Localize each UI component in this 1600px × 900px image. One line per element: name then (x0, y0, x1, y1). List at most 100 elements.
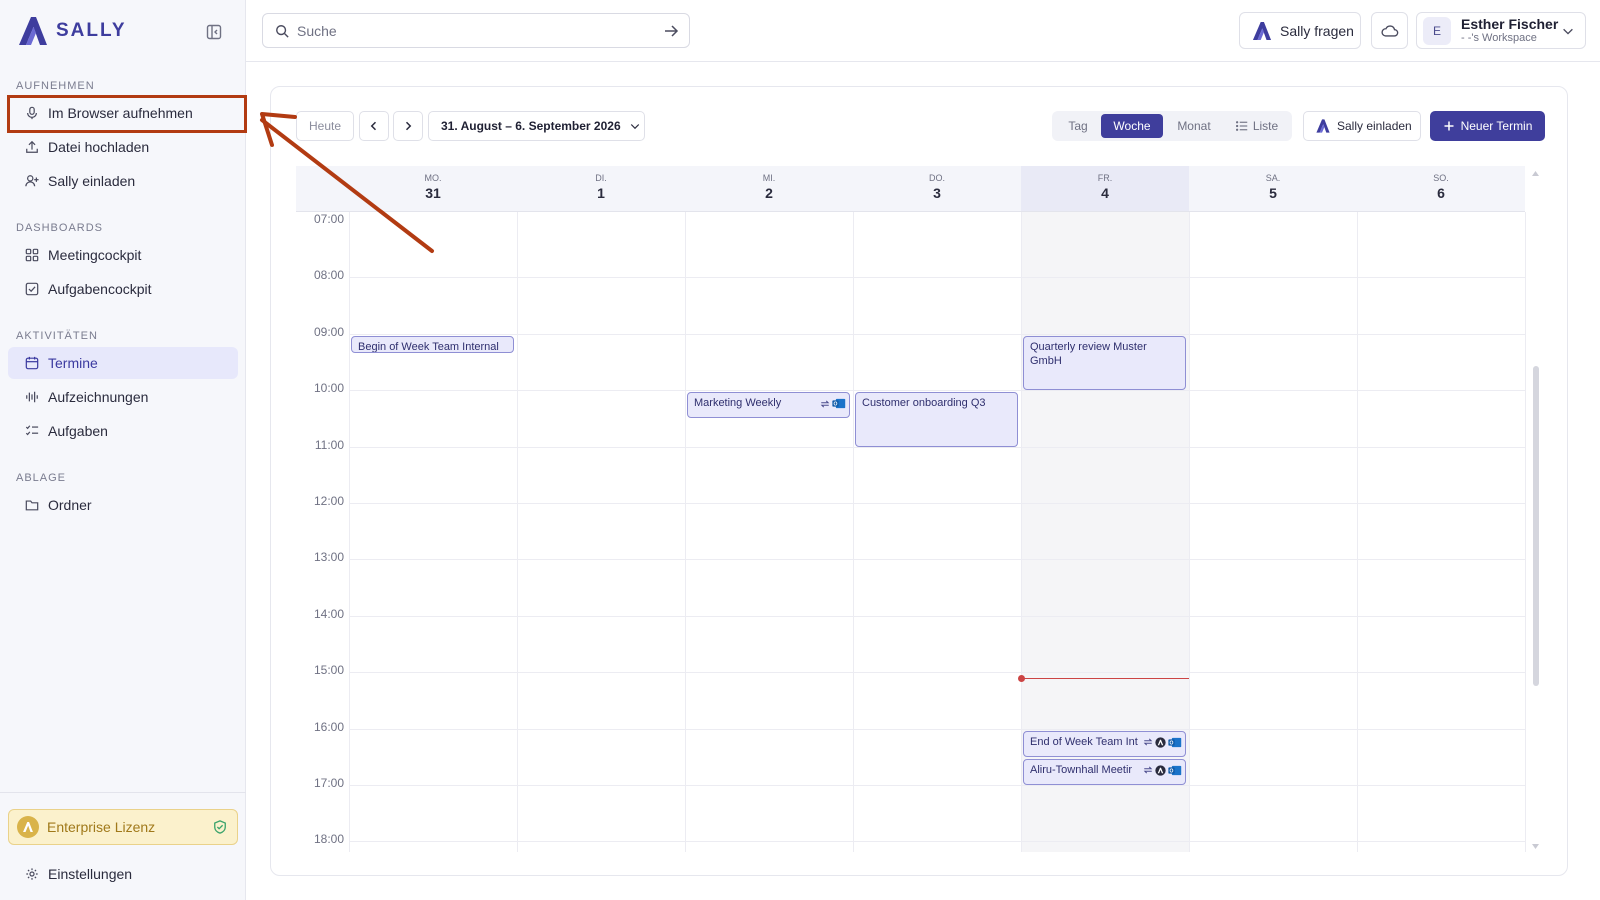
user-name: Esther Fischer (1461, 15, 1559, 32)
sidebar-item-label: Meetingcockpit (48, 247, 142, 263)
repeat-icon (1143, 737, 1153, 747)
enterprise-license-badge[interactable]: Enterprise Lizenz (8, 809, 238, 845)
sidebar-item-aufgaben[interactable]: Aufgaben (8, 415, 238, 447)
tab-monat[interactable]: Monat (1163, 114, 1225, 138)
time-label: 07:00 (313, 212, 344, 226)
gear-icon (24, 866, 40, 882)
today-button[interactable]: Heute (296, 111, 354, 141)
event-title: Begin of Week Team Internal (358, 340, 499, 353)
hour-divider (349, 672, 1525, 674)
new-event-button[interactable]: Neuer Termin (1430, 111, 1545, 141)
day-of-week-label: SA. (1265, 173, 1281, 183)
upload-icon (24, 139, 40, 155)
day-of-week-label: MO. (424, 173, 442, 183)
calendar-event[interactable]: End of Week Team Int O (1023, 730, 1186, 757)
chevron-down-icon (630, 124, 639, 130)
time-label: 11:00 (314, 437, 344, 452)
tab-woche[interactable]: Woche (1101, 114, 1163, 138)
current-time-line (1021, 677, 1189, 679)
sidebar-item-aufzeichnungen[interactable]: Aufzeichnungen (8, 381, 238, 413)
tab-liste[interactable]: Liste (1225, 114, 1289, 138)
day-header[interactable]: MI. 2 (685, 166, 853, 212)
current-time-dot (1018, 674, 1025, 682)
event-title: Customer onboarding Q3 (862, 397, 986, 410)
sidebar-item-meetingcockpit[interactable]: Meetingcockpit (8, 239, 238, 271)
day-header[interactable]: SO. 6 (1357, 166, 1525, 212)
scroll-up-icon (1532, 171, 1539, 176)
column-divider (1357, 212, 1358, 852)
cloud-sync-button[interactable] (1371, 12, 1408, 49)
search-icon (276, 24, 289, 38)
day-header[interactable]: DO. 3 (853, 166, 1021, 212)
time-label: 12:00 (313, 494, 344, 508)
time-label: 09:00 (313, 324, 344, 339)
time-label: 13:00 (313, 550, 344, 565)
ask-sally-button[interactable]: Sally fragen (1239, 12, 1361, 49)
event-icons: O (1141, 736, 1182, 748)
svg-text:O: O (1170, 740, 1174, 746)
list-icon (1235, 121, 1248, 131)
previous-week-button[interactable] (359, 111, 389, 141)
sidebar-item-einstellungen[interactable]: Einstellungen (8, 858, 238, 890)
day-of-week-label: MI. (762, 173, 776, 183)
scrollbar-thumb[interactable] (1533, 366, 1539, 686)
day-of-week-label: SO. (1433, 173, 1449, 183)
cloud-icon (1380, 24, 1398, 37)
tab-tag[interactable]: Tag (1055, 114, 1101, 138)
day-header[interactable]: FR. 4 (1021, 166, 1189, 212)
calendar-event[interactable]: Customer onboarding Q3 (855, 392, 1018, 447)
time-label: 18:00 (313, 832, 344, 847)
day-number-label: 1 (597, 185, 605, 201)
day-header[interactable]: MO. 31 (349, 166, 517, 212)
folder-icon (24, 497, 40, 513)
date-range-picker[interactable]: 31. August – 6. September 2026 (428, 111, 645, 141)
week-grid[interactable]: MO. 31 DI. 1 MI. 2 DO. 3 FR. 4 SA. 5 SO. 6 07:00 08:00 0… (296, 166, 1529, 852)
scroll-down-icon (1532, 844, 1539, 849)
day-number-label: 2 (765, 185, 773, 201)
time-label: 14:00 (313, 606, 344, 621)
ask-sally-label: Sally fragen (1280, 22, 1354, 39)
sally-logo-icon (1316, 119, 1330, 133)
event-icons: O (818, 398, 846, 410)
grid-corner (296, 166, 349, 212)
arrow-right-icon[interactable] (663, 23, 679, 39)
hour-divider (349, 728, 1525, 730)
day-number-label: 31 (425, 185, 441, 201)
sidebar-item-termine[interactable]: Termine (8, 347, 238, 379)
view-switcher: Tag Woche Monat Liste (1052, 111, 1292, 141)
day-number-label: 4 (1101, 185, 1109, 201)
calendar-event[interactable]: Aliru-Townhall Meetir O (1023, 758, 1186, 785)
calendar-event[interactable]: Begin of Week Team Internal (351, 335, 514, 353)
hour-divider (349, 559, 1525, 561)
calendar-event[interactable]: Marketing Weekly O (687, 392, 850, 419)
next-week-button[interactable] (393, 111, 423, 141)
sidebar-item-upload-file[interactable]: Datei hochladen (8, 131, 238, 163)
hour-divider (349, 785, 1525, 786)
sidebar-item-label: Aufgaben (48, 423, 108, 439)
tab-liste-label: Liste (1252, 119, 1279, 133)
sally-logo-icon (1252, 21, 1272, 40)
chevron-down-icon (1563, 28, 1573, 35)
sidebar-item-label: Termine (48, 355, 98, 371)
sidebar-item-label: Sally einladen (48, 173, 136, 189)
sidebar-item-invite-sally[interactable]: Sally einladen (8, 165, 238, 197)
search-input[interactable] (297, 22, 647, 39)
plus-icon (1444, 121, 1454, 131)
collapse-sidebar-icon[interactable] (206, 24, 222, 40)
search-box[interactable] (262, 13, 690, 48)
sidebar-item-ordner[interactable]: Ordner (8, 489, 238, 521)
sally-badge-icon (17, 816, 39, 838)
day-header[interactable]: DI. 1 (517, 166, 685, 212)
sidebar-divider (0, 792, 246, 793)
sidebar-item-aufgabencockpit[interactable]: Aufgabencockpit (8, 273, 238, 305)
calendar-event[interactable]: Quarterly review Muster GmbH (1023, 335, 1186, 391)
day-header[interactable]: SA. 5 (1189, 166, 1357, 212)
outlook-icon: O (832, 398, 846, 409)
brand-name: SALLY (56, 20, 127, 41)
time-label: 15:00 (313, 663, 344, 678)
day-of-week-label: FR. (1097, 173, 1113, 183)
hour-divider (349, 390, 1525, 392)
user-menu-button[interactable]: E Esther Fischer - -'s Workspace (1416, 12, 1586, 49)
invite-sally-button[interactable]: Sally einladen (1303, 111, 1421, 141)
logo[interactable]: SALLY (16, 14, 127, 48)
